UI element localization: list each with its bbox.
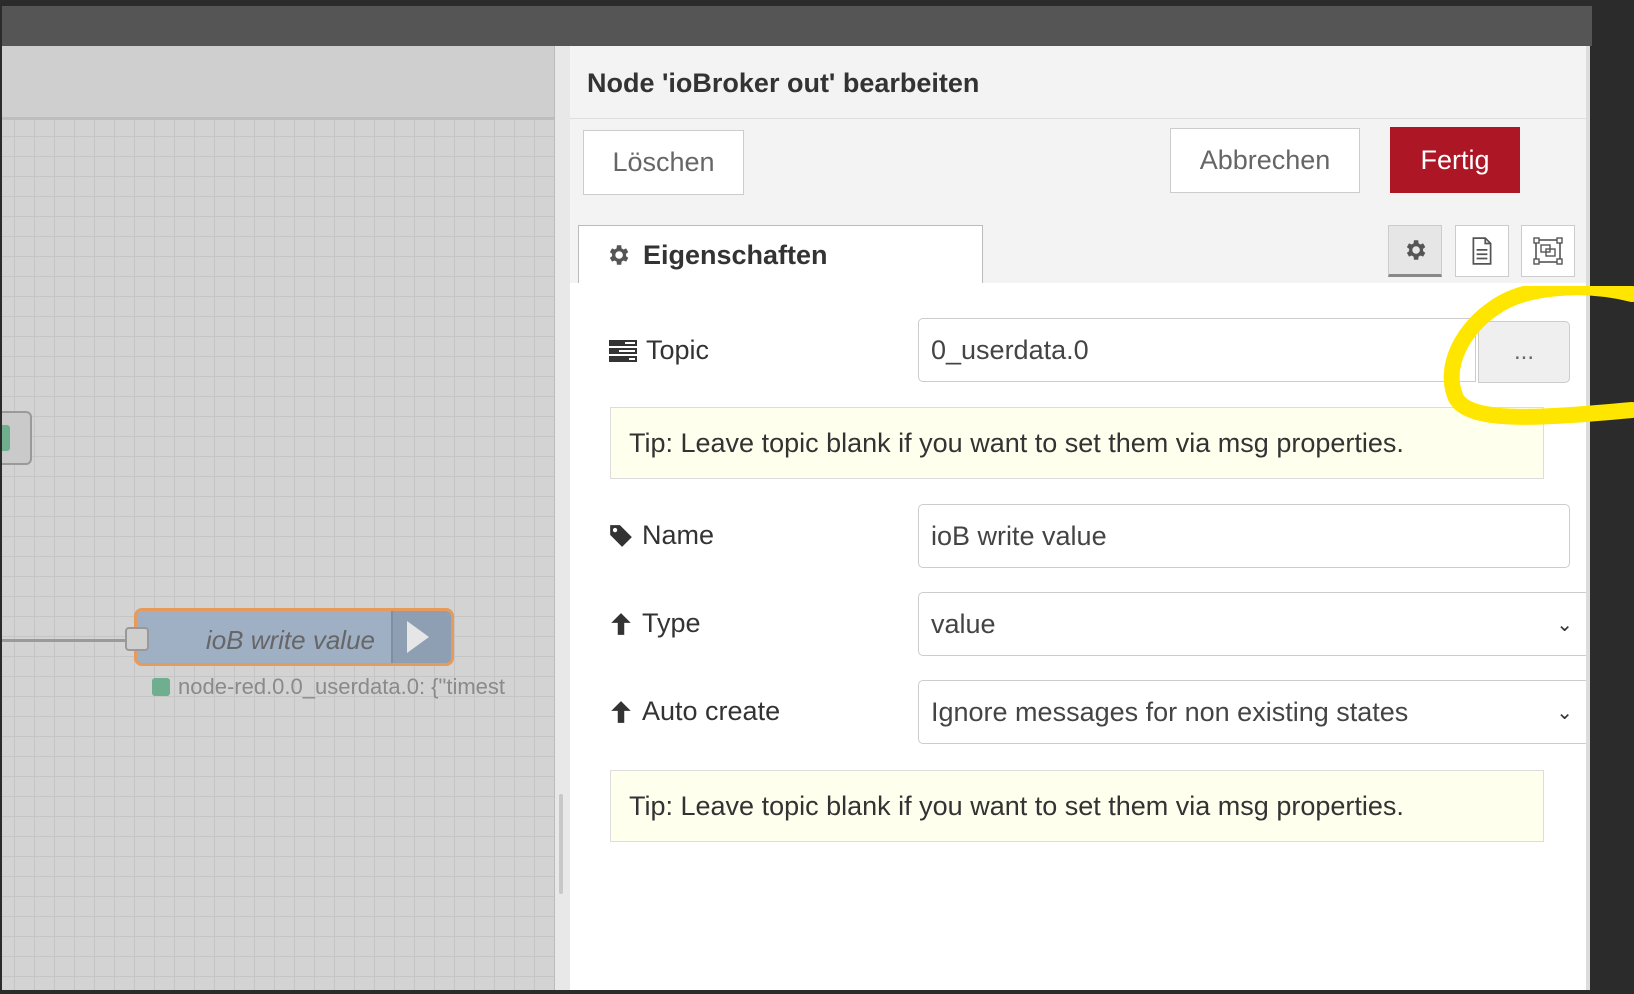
tray-resize-handle[interactable] bbox=[554, 46, 571, 990]
tray-right-border bbox=[1586, 46, 1590, 990]
node-status-text: node-red.0.0_userdata.0: {"timest bbox=[178, 674, 506, 699]
iobroker-out-node[interactable]: ioB write value bbox=[125, 608, 454, 666]
auto-create-tip: Tip: Leave topic blank if you want to se… bbox=[610, 770, 1544, 842]
workspace-tab-bar bbox=[2, 46, 554, 120]
status-dot-icon bbox=[152, 678, 170, 696]
done-button[interactable]: Fertig bbox=[1390, 127, 1520, 193]
type-select[interactable]: value ⌄ bbox=[918, 592, 1590, 656]
gear-icon bbox=[1406, 240, 1426, 260]
partial-node[interactable] bbox=[2, 411, 32, 465]
gear-icon bbox=[609, 245, 629, 265]
node-status-indicator bbox=[2, 425, 10, 451]
top-header-bar bbox=[2, 6, 1592, 46]
tray-title: Node 'ioBroker out' bearbeiten bbox=[587, 68, 980, 98]
name-input[interactable]: ioB write value bbox=[918, 504, 1570, 568]
flow-wire[interactable] bbox=[2, 639, 134, 642]
node-input-port[interactable] bbox=[125, 627, 149, 651]
tab-properties-label: Eigenschaften bbox=[643, 239, 828, 270]
delete-button[interactable]: Löschen bbox=[583, 130, 744, 195]
chevron-down-icon: ⌄ bbox=[1556, 613, 1573, 636]
arrow-up-icon bbox=[611, 612, 631, 635]
node-icon-zone bbox=[391, 611, 451, 663]
tag-icon bbox=[610, 524, 632, 547]
topic-browse-button[interactable]: ... bbox=[1478, 321, 1570, 383]
tray-tabs: Eigenschaften bbox=[570, 213, 1590, 285]
auto-create-label: Auto create bbox=[608, 696, 780, 727]
cancel-button[interactable]: Abbrechen bbox=[1170, 128, 1360, 193]
arrow-up-icon bbox=[611, 700, 631, 723]
flow-workspace[interactable]: ioB write value node-red.0.0_userdata.0:… bbox=[2, 46, 554, 990]
topic-tip: Tip: Leave topic blank if you want to se… bbox=[610, 407, 1544, 479]
topic-label: Topic bbox=[608, 335, 709, 366]
object-group-icon bbox=[1533, 237, 1563, 265]
edit-tray: Node 'ioBroker out' bearbeiten Löschen A… bbox=[570, 46, 1590, 990]
topic-input[interactable]: 0_userdata.0 bbox=[918, 318, 1476, 382]
tray-header: Node 'ioBroker out' bearbeiten bbox=[570, 46, 1590, 119]
file-text-icon bbox=[1472, 237, 1492, 265]
auto-create-select-value: Ignore messages for non existing states bbox=[931, 696, 1409, 727]
tab-properties[interactable]: Eigenschaften bbox=[578, 225, 983, 285]
topic-label-text: Topic bbox=[646, 335, 710, 365]
auto-create-select[interactable]: Ignore messages for non existing states … bbox=[918, 680, 1590, 744]
resize-grip[interactable] bbox=[559, 794, 563, 894]
node-label: ioB write value bbox=[205, 625, 375, 655]
tasks-icon bbox=[609, 339, 637, 362]
properties-form: Topic 0_userdata.0 ... Tip: Leave topic … bbox=[570, 283, 1590, 983]
tab-description[interactable] bbox=[1455, 225, 1509, 277]
type-label-text: Type bbox=[642, 608, 701, 638]
tab-appearance[interactable] bbox=[1521, 225, 1575, 277]
screen: ioB write value node-red.0.0_userdata.0:… bbox=[0, 0, 1634, 994]
node-status: node-red.0.0_userdata.0: {"timest bbox=[152, 674, 505, 700]
name-label-text: Name bbox=[642, 520, 715, 550]
chevron-down-icon: ⌄ bbox=[1556, 701, 1573, 724]
type-label: Type bbox=[608, 608, 701, 639]
tray-toolbar: Löschen Abbrechen Fertig bbox=[570, 119, 1590, 214]
type-select-value: value bbox=[931, 608, 996, 639]
auto-create-label-text: Auto create bbox=[642, 696, 781, 726]
tab-settings[interactable] bbox=[1388, 225, 1442, 277]
name-label: Name bbox=[608, 520, 714, 551]
arrow-right-icon bbox=[407, 621, 429, 653]
